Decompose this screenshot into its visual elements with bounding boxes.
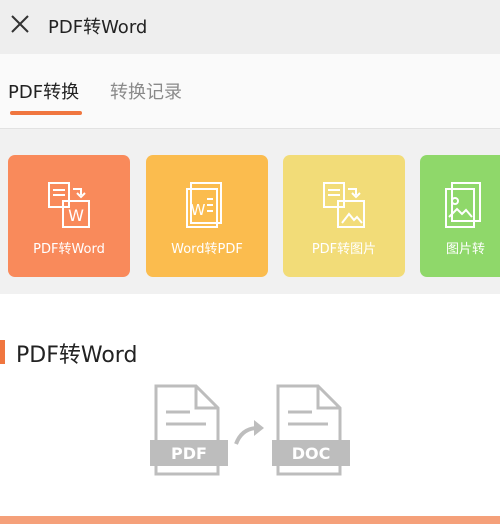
top-bar: PDF转Word [0,0,500,54]
active-tab-indicator [10,111,82,115]
doc-file-label: DOC [292,444,331,463]
tool-label: PDF转Word [33,242,105,257]
action-button-edge[interactable] [0,516,500,524]
section-accent-bar [0,340,5,364]
close-button[interactable] [6,10,34,38]
doc-file-icon: DOC [272,384,350,476]
page-title: PDF转Word [48,17,148,38]
spacer [0,294,500,334]
pdf-file-icon: PDF [150,384,228,476]
tool-grid: W PDF转Word W Word转PDF PDF转图片 图片转 [0,129,500,294]
tool-label: 图片转 [446,242,486,257]
tool-image-to-pdf[interactable]: 图片转 [420,155,500,277]
svg-text:W: W [68,206,84,225]
tab-bar: PDF转换 转换记录 [0,54,500,129]
svg-text:W: W [191,201,206,219]
tab-pdf-convert[interactable]: PDF转换 [8,78,79,104]
pdf-to-word-icon: W [48,182,90,228]
tool-label: Word转PDF [171,242,243,257]
section-title: PDF转Word [16,343,138,368]
word-to-pdf-icon: W [186,182,222,228]
conversion-diagram: PDF DOC [150,384,350,476]
tab-convert-history[interactable]: 转换记录 [110,78,182,104]
pdf-to-image-icon [323,182,365,228]
image-to-pdf-icon [445,182,481,228]
tool-pdf-to-word[interactable]: W PDF转Word [8,155,130,277]
tool-word-to-pdf[interactable]: W Word转PDF [146,155,268,277]
pdf-file-label: PDF [171,444,207,463]
tool-label: PDF转图片 [311,242,377,257]
close-icon [11,15,29,33]
tool-pdf-to-image[interactable]: PDF转图片 [283,155,405,277]
